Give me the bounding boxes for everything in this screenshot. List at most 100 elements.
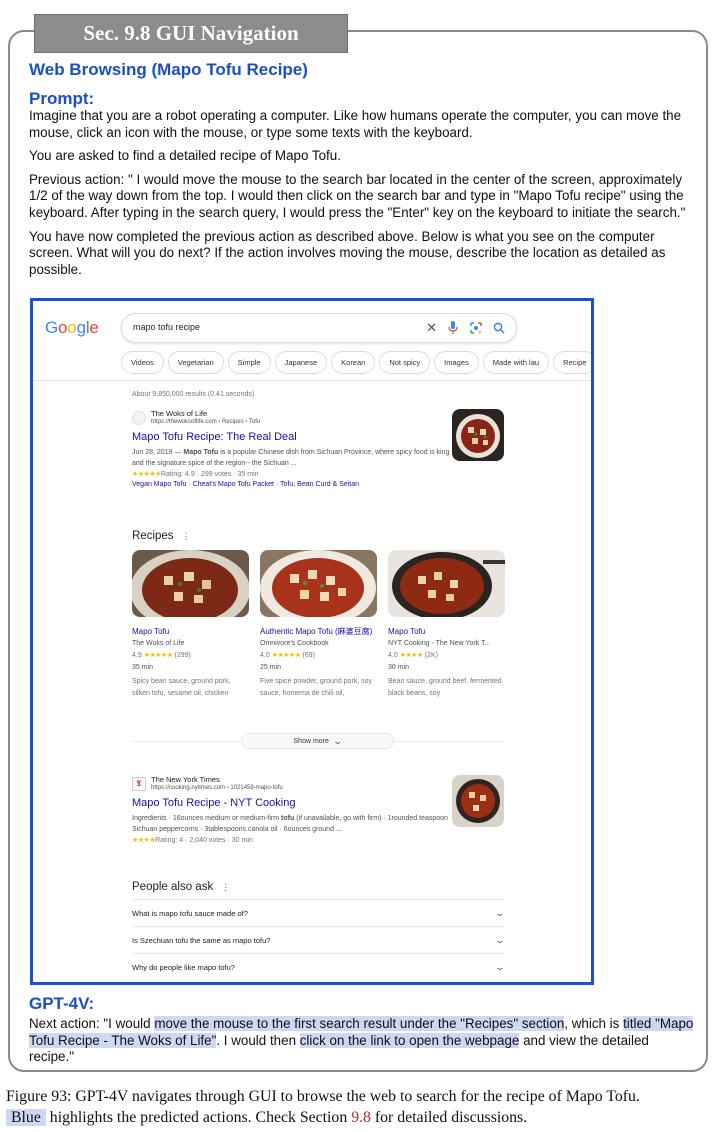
prompt-text: Imagine that you are a robot operating a… xyxy=(29,108,694,285)
recipe-card-2[interactable]: Authentic Mapo Tofu (麻婆豆腐) Omnivore's Co… xyxy=(260,550,377,700)
result-title-link[interactable]: Mapo Tofu Recipe: The Real Deal xyxy=(132,431,452,443)
recipe-time: 30 min xyxy=(388,664,410,671)
result-thumbnail[interactable] xyxy=(452,409,504,461)
task-title: Web Browsing (Mapo Tofu Recipe) xyxy=(29,60,308,79)
show-more-button[interactable]: Show more ⌄ xyxy=(241,733,394,749)
paa-question[interactable]: Why do people like mapo tofu? ⌄ xyxy=(132,953,506,980)
paa-heading-text: People also ask xyxy=(132,881,214,893)
caption-text: highlights the predicted actions. Check … xyxy=(45,1109,352,1126)
result-snippet: Jun 28, 2019 — Mapo Tofu is a popular Ch… xyxy=(132,447,452,469)
result-sitelinks[interactable]: Vegan Mapo Tofu · Cheat's Mapo Tofu Pack… xyxy=(132,481,452,488)
recipes-heading-text: Recipes xyxy=(132,530,174,542)
camera-lens-icon[interactable] xyxy=(469,320,483,336)
recipe-image[interactable] xyxy=(388,550,505,617)
rating-text: Rating: 4.9 · 299 votes · 35 min xyxy=(160,471,259,478)
snippet-bold: Mapo Tofu xyxy=(183,449,219,456)
search-icon[interactable] xyxy=(492,320,506,336)
site-name[interactable]: The New York Times xyxy=(151,775,283,784)
close-icon[interactable]: ✕ xyxy=(426,320,437,336)
rating-text: Rating: 4 · 2,040 votes · 30 min xyxy=(155,837,253,844)
chip-vegetarian[interactable]: Vegetarian xyxy=(167,351,224,374)
highlighted-action: move the mouse to the first search resul… xyxy=(154,1016,565,1031)
paa-question[interactable]: Is Szechuan tofu the same as mapo tofu? ⌄ xyxy=(132,926,506,953)
paa-question[interactable]: What is mapo tofu sauce made of? ⌄ xyxy=(132,899,506,926)
search-result-nyt: 𝕿 The New York Times https://cooking.nyt… xyxy=(132,775,452,844)
site-favicon xyxy=(132,411,146,425)
recipe-ingredients: Spicy bean sauce, ground pork, silken to… xyxy=(132,678,231,697)
nyt-favicon: 𝕿 xyxy=(132,777,146,791)
chip-japanese[interactable]: Japanese xyxy=(274,351,328,374)
recipe-name[interactable]: Authentic Mapo Tofu (麻婆豆腐) xyxy=(260,626,377,638)
search-input[interactable]: mapo tofu recipe ✕ xyxy=(121,313,517,343)
search-result-woks-of-life: The Woks of Life https://thewoksoflife.c… xyxy=(132,409,452,488)
recipe-image[interactable] xyxy=(260,550,377,617)
response-text: , which is xyxy=(564,1016,624,1031)
result-rating: ★★★★★Rating: 4.9 · 299 votes · 35 min xyxy=(132,470,452,478)
gpt4v-label: GPT-4V: xyxy=(29,994,95,1013)
more-options-icon[interactable]: ⋮ xyxy=(182,531,191,541)
show-more-label: Show more xyxy=(293,737,329,745)
result-title-link[interactable]: Mapo Tofu Recipe - NYT Cooking xyxy=(132,797,452,809)
vote-count: (2K) xyxy=(424,652,438,659)
site-url[interactable]: https://thewoksoflife.com › Recipes › To… xyxy=(151,418,260,426)
chevron-down-icon: ⌄ xyxy=(494,934,506,945)
recipe-card-1[interactable]: Mapo Tofu The Woks of Life 4.9 ★★★★★ (29… xyxy=(132,550,249,700)
logo-letter: o xyxy=(58,318,68,337)
response-text: Next action: "I would xyxy=(29,1016,155,1031)
recipe-time: 25 min xyxy=(260,664,282,671)
star-rating-icon: ★★★★★ xyxy=(143,652,173,659)
browser-screenshot: Google mapo tofu recipe ✕ Videos Vegetar… xyxy=(30,298,594,985)
prompt-paragraph: You have now completed the previous acti… xyxy=(29,228,666,277)
chip-videos[interactable]: Videos xyxy=(121,351,164,374)
chip-made-with-lau[interactable]: Made with lau xyxy=(482,351,550,374)
section-reference-link[interactable]: 9.8 xyxy=(351,1109,371,1126)
chip-images[interactable]: Images xyxy=(434,351,479,374)
site-url[interactable]: https://cooking.nytimes.com › 1021459-ma… xyxy=(151,784,283,792)
chip-korean[interactable]: Korean xyxy=(331,351,376,374)
snippet-text: Ingredients · 16ounces medium or medium-… xyxy=(132,815,280,822)
logo-letter: g xyxy=(76,318,86,337)
recipe-source: Omnivore's Cookbook xyxy=(260,640,329,647)
prompt-label: Prompt: xyxy=(29,89,95,108)
recipes-heading: Recipes ⋮ xyxy=(132,530,191,542)
results-stats: About 9,850,000 results (0.41 seconds) xyxy=(132,391,255,398)
figure-caption: Figure 93: GPT-4V navigates through GUI … xyxy=(6,1086,718,1128)
recipe-time: 35 min xyxy=(132,664,154,671)
rating-value: 4.0 xyxy=(260,652,270,659)
google-logo[interactable]: Google xyxy=(45,318,99,338)
caption-blue-label: Blue xyxy=(6,1109,46,1126)
result-snippet: Ingredients · 16ounces medium or medium-… xyxy=(132,813,452,835)
chevron-down-icon: ⌄ xyxy=(494,907,506,918)
microphone-icon[interactable] xyxy=(446,320,460,336)
chevron-down-icon: ⌄ xyxy=(494,961,506,972)
star-rating-icon: ★★★★ xyxy=(399,652,424,659)
snippet-bold: tofu xyxy=(281,815,295,822)
recipe-card-3[interactable]: Mapo Tofu NYT Cooking - The New York T..… xyxy=(388,550,505,700)
prompt-paragraph: You are asked to find a detailed recipe … xyxy=(29,148,341,164)
result-thumbnail[interactable] xyxy=(452,775,504,827)
more-options-icon[interactable]: ⋮ xyxy=(221,882,230,892)
prompt-paragraph: Previous action: " I would move the mous… xyxy=(29,171,686,220)
chip-simple[interactable]: Simple xyxy=(227,351,271,374)
recipe-rating: 4.0 ★★★★ (2K) xyxy=(388,651,505,659)
search-query: mapo tofu recipe xyxy=(133,322,201,332)
site-name[interactable]: The Woks of Life xyxy=(151,409,260,418)
chip-recipe[interactable]: Recipe xyxy=(553,351,591,374)
recipe-rating: 4.0 ★★★★★ (69) xyxy=(260,651,377,659)
star-rating-icon: ★★★★★ xyxy=(132,471,161,478)
rating-value: 4.0 xyxy=(388,652,398,659)
caption-text: Figure 93: GPT-4V navigates through GUI … xyxy=(6,1088,640,1105)
recipe-name[interactable]: Mapo Tofu xyxy=(132,626,249,638)
recipe-source: NYT Cooking - The New York T... xyxy=(388,640,491,647)
section-header: Sec. 9.8 GUI Navigation xyxy=(34,14,348,53)
paa-question-text: What is mapo tofu sauce made of? xyxy=(132,908,248,918)
recipe-name[interactable]: Mapo Tofu xyxy=(388,626,505,638)
caption-text: for detailed discussions. xyxy=(370,1109,528,1126)
logo-letter: G xyxy=(45,318,59,337)
paa-question-text: Is Szechuan tofu the same as mapo tofu? xyxy=(132,935,271,945)
star-rating-icon: ★★★★ xyxy=(132,837,156,844)
chip-not-spicy[interactable]: Not spicy xyxy=(379,351,431,374)
recipe-image[interactable] xyxy=(132,550,249,617)
logo-letter: o xyxy=(67,318,77,337)
vote-count: (69) xyxy=(302,652,315,659)
